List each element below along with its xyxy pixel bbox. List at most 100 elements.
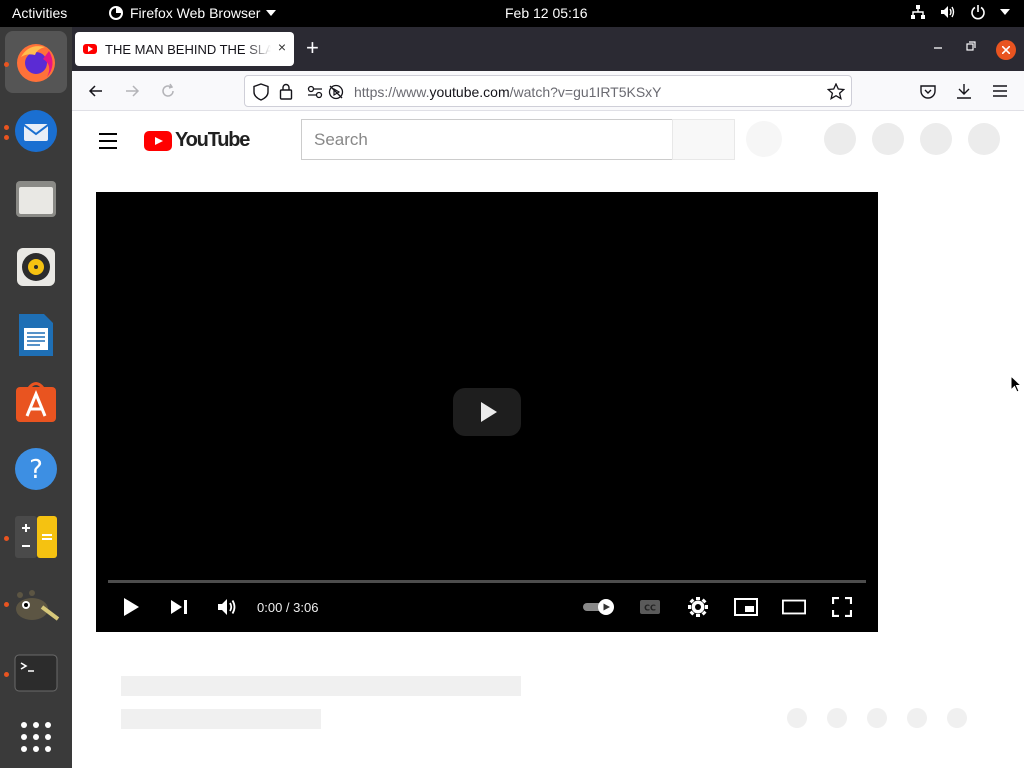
create-button[interactable] xyxy=(824,123,856,155)
permissions-icon[interactable] xyxy=(307,85,323,99)
lock-icon[interactable] xyxy=(279,83,293,100)
url-text[interactable]: https://www.youtube.com/watch?v=gu1IRT5K… xyxy=(354,84,662,100)
search-button[interactable] xyxy=(672,119,735,160)
forward-button[interactable] xyxy=(122,81,142,101)
app-menu[interactable]: Firefox Web Browser xyxy=(108,5,277,21)
svg-text:CC: CC xyxy=(644,604,656,613)
system-tray[interactable] xyxy=(910,4,1010,20)
dock-rhythmbox[interactable] xyxy=(12,243,60,291)
maximize-button[interactable] xyxy=(966,39,976,54)
video-player[interactable]: 0:00 / 3:06 CC xyxy=(96,192,878,632)
meta-placeholder xyxy=(121,709,321,729)
menu-line xyxy=(99,140,117,142)
shield-icon[interactable] xyxy=(253,83,269,101)
dock-firefox[interactable] xyxy=(5,31,67,93)
voice-search-button[interactable] xyxy=(746,121,782,157)
software-icon xyxy=(16,382,56,422)
clock[interactable]: Feb 12 05:16 xyxy=(505,5,588,21)
hamburger-icon xyxy=(993,85,1007,97)
youtube-logo[interactable]: YouTube xyxy=(144,129,250,152)
running-indicator xyxy=(4,602,9,607)
grid-icon xyxy=(21,722,51,752)
chevron-down-icon xyxy=(266,10,277,16)
dock-terminal[interactable] xyxy=(12,649,60,697)
tab-bar: THE MAN BEHIND THE SLAUGHTER × + xyxy=(72,27,1024,71)
dock-files[interactable] xyxy=(12,175,60,223)
new-tab-button[interactable]: + xyxy=(306,36,319,60)
activities-button[interactable]: Activities xyxy=(12,5,67,21)
theater-icon xyxy=(782,599,806,615)
window-close-button[interactable] xyxy=(996,40,1016,60)
large-play-button[interactable] xyxy=(453,388,521,436)
browser-tab[interactable]: THE MAN BEHIND THE SLAUGHTER × xyxy=(75,32,294,66)
theater-mode-button[interactable] xyxy=(782,594,806,620)
tab-close-button[interactable]: × xyxy=(278,39,286,55)
reload-button[interactable] xyxy=(158,81,178,101)
dock-ubuntu-software[interactable] xyxy=(12,377,60,425)
notifications-button[interactable] xyxy=(920,123,952,155)
show-applications-button[interactable] xyxy=(12,713,60,761)
help-icon: ? xyxy=(15,448,57,490)
mute-button[interactable] xyxy=(216,594,238,620)
running-indicator xyxy=(4,672,9,677)
play-button[interactable] xyxy=(120,594,142,620)
downloads-button[interactable] xyxy=(954,81,974,101)
dock-calculator[interactable] xyxy=(12,513,60,561)
youtube-favicon-icon xyxy=(83,44,97,54)
close-icon xyxy=(1001,45,1011,55)
terminal-icon xyxy=(14,654,58,692)
url-domain: youtube.com xyxy=(429,84,510,100)
tab-title: THE MAN BEHIND THE SLAUGHTER xyxy=(105,41,271,57)
menu-line xyxy=(99,133,117,135)
miniplayer-button[interactable] xyxy=(734,594,758,620)
download-icon xyxy=(957,84,971,99)
star-icon[interactable] xyxy=(827,83,845,100)
subtitles-button[interactable]: CC xyxy=(638,594,662,620)
writer-icon xyxy=(19,314,53,356)
url-prefix: https://www. xyxy=(354,84,430,100)
account-avatar[interactable] xyxy=(968,123,1000,155)
pocket-button[interactable] xyxy=(918,81,938,101)
pocket-icon xyxy=(920,84,936,99)
fullscreen-button[interactable] xyxy=(830,594,854,620)
minimize-icon xyxy=(934,47,942,49)
autoplay-blocked-icon[interactable] xyxy=(328,84,344,100)
youtube-logo-text: YouTube xyxy=(175,129,250,151)
chevron-down-icon xyxy=(1000,9,1010,15)
settings-button[interactable] xyxy=(686,594,710,620)
guide-menu-button[interactable] xyxy=(99,133,117,154)
play-icon xyxy=(124,598,139,616)
volume-icon xyxy=(218,599,236,615)
calculator-icon xyxy=(15,516,57,558)
progress-bar[interactable] xyxy=(108,580,866,583)
volume-icon xyxy=(941,6,955,18)
rhythmbox-icon xyxy=(17,248,55,286)
dock-thunderbird[interactable] xyxy=(12,107,60,155)
app-name: Firefox Web Browser xyxy=(130,5,261,21)
fullscreen-icon xyxy=(832,597,852,617)
dock-libreoffice-writer[interactable] xyxy=(12,311,60,359)
reload-icon xyxy=(162,83,174,97)
dock-gimp[interactable] xyxy=(12,581,60,629)
action-placeholder xyxy=(947,708,967,728)
minimize-button[interactable] xyxy=(933,39,943,54)
back-button[interactable] xyxy=(86,81,106,101)
dock-help[interactable]: ? xyxy=(12,445,60,493)
apps-button[interactable] xyxy=(872,123,904,155)
firefox-small-icon xyxy=(109,6,123,20)
gimp-icon xyxy=(16,590,60,621)
captions-icon: CC xyxy=(640,600,660,614)
menu-button[interactable] xyxy=(990,81,1010,101)
url-bar[interactable]: https://www.youtube.com/watch?v=gu1IRT5K… xyxy=(244,75,852,107)
autoplay-toggle[interactable] xyxy=(582,594,616,620)
action-placeholder xyxy=(907,708,927,728)
firefox-window: THE MAN BEHIND THE SLAUGHTER × + htt xyxy=(72,27,1024,768)
skip-next-icon xyxy=(171,600,187,614)
svg-text:?: ? xyxy=(29,455,43,485)
autoplay-toggle-icon xyxy=(583,599,614,615)
running-indicator xyxy=(4,62,9,67)
next-button[interactable] xyxy=(168,594,190,620)
top-bar: Activities Firefox Web Browser Feb 12 05… xyxy=(0,0,1024,27)
action-placeholder xyxy=(787,708,807,728)
search-input[interactable]: Search xyxy=(301,119,672,160)
